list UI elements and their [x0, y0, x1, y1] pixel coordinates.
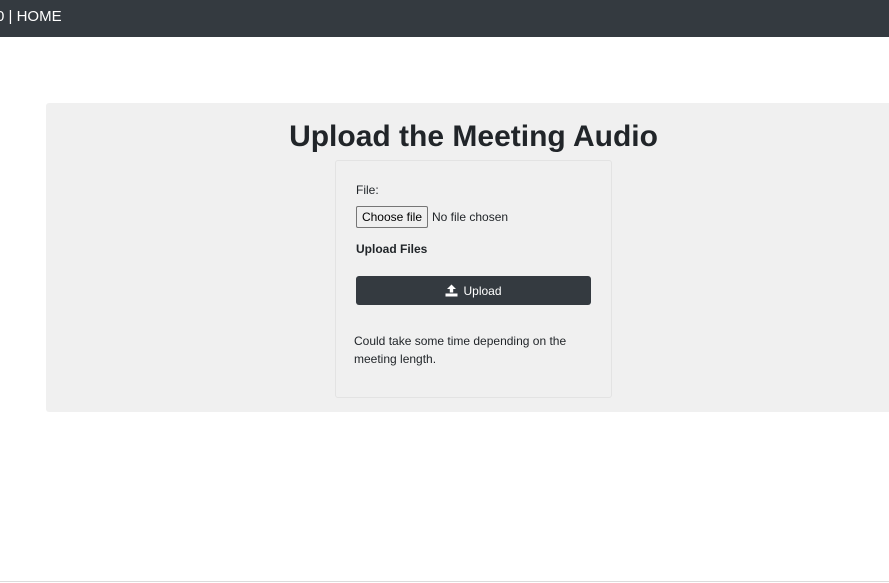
bottom-divider: [0, 581, 889, 582]
home-link[interactable]: 0 | HOME: [0, 8, 62, 26]
file-label: File:: [356, 183, 379, 197]
upload-form-card: File: Choose file No file chosen Upload …: [335, 160, 612, 398]
upload-button[interactable]: Upload: [356, 276, 591, 305]
file-status-text: No file chosen: [432, 210, 509, 224]
upload-icon: [445, 284, 458, 297]
processing-hint: Could take some time depending on the me…: [354, 334, 567, 366]
choose-file-button[interactable]: Choose file: [356, 206, 428, 228]
upload-files-heading: Upload Files: [356, 242, 428, 256]
top-navbar: 0 | HOME: [0, 0, 889, 37]
page-title: Upload the Meeting Audio: [289, 120, 658, 153]
upload-button-label: Upload: [463, 283, 502, 298]
